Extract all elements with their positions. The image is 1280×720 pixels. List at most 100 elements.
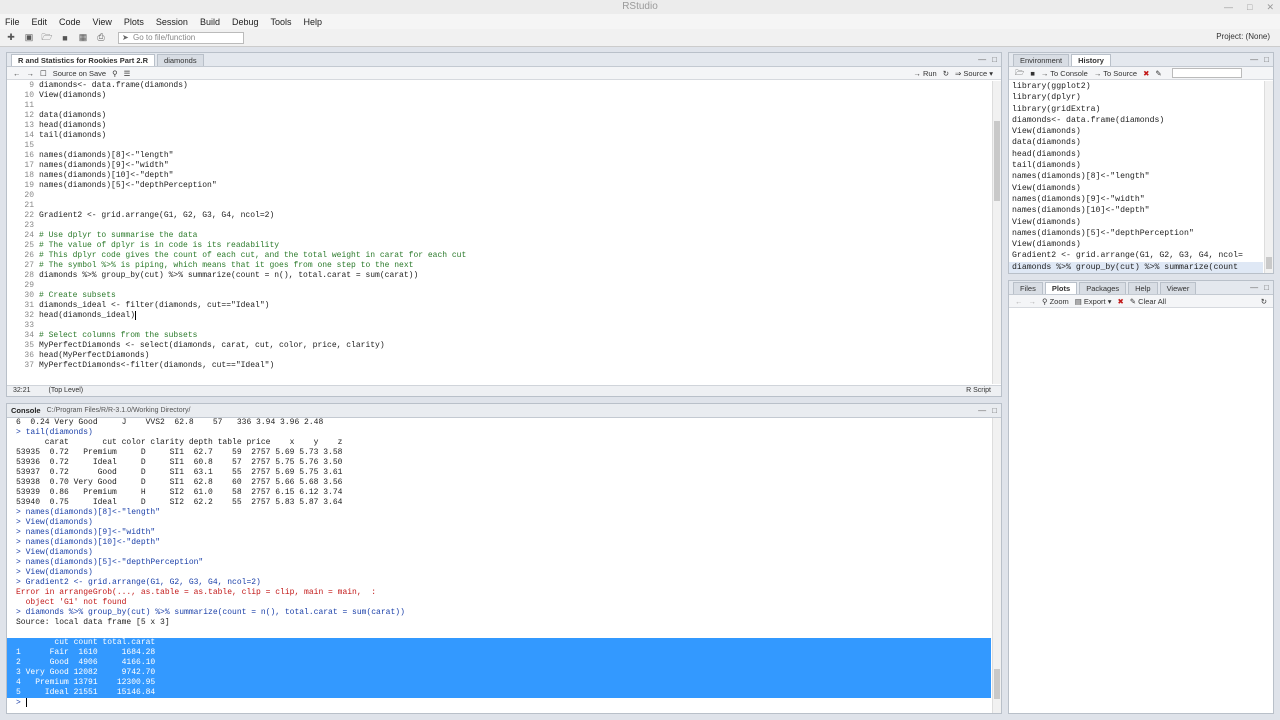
next-plot-icon[interactable]: → xyxy=(1029,297,1037,306)
load-history-icon[interactable]: 🗁 xyxy=(1015,67,1024,80)
history-entry[interactable]: diamonds<- data.frame(diamonds) xyxy=(1009,115,1263,126)
save-all-icon[interactable]: ▦ xyxy=(76,32,90,44)
maximize-icon[interactable]: □ xyxy=(1247,0,1252,14)
menu-item-help[interactable]: Help xyxy=(304,17,323,27)
prev-plot-icon[interactable]: ← xyxy=(1015,297,1023,306)
code-text: head(MyPerfectDiamonds) xyxy=(39,351,150,360)
console-scroll-thumb[interactable] xyxy=(994,669,1000,699)
tab-script[interactable]: R and Statistics for Rookies Part 2.R xyxy=(11,54,156,66)
tab-plots[interactable]: Plots xyxy=(1044,282,1078,294)
back-arrow-icon[interactable]: ← xyxy=(13,69,21,78)
tab-files[interactable]: Files xyxy=(1013,282,1043,294)
console-output[interactable]: 6 0.24 Very Good J VVS2 62.8 57 336 3.94… xyxy=(7,418,991,713)
go-to-file-input[interactable]: ➤ Go to file/function xyxy=(118,31,244,44)
run-button[interactable]: → Run xyxy=(913,69,936,78)
editor-scrollbar[interactable] xyxy=(992,81,1001,384)
scope-level[interactable]: (Top Level) xyxy=(48,387,83,394)
print-icon[interactable]: ⎙ xyxy=(94,32,108,44)
history-entry[interactable]: library(gridExtra) xyxy=(1009,104,1263,115)
history-entry[interactable]: head(diamonds) xyxy=(1009,149,1263,160)
console-path[interactable]: C:/Program Files/R/R-3.1.0/Working Direc… xyxy=(47,404,191,417)
code-text: names(diamonds)[5]<-"depthPerception" xyxy=(39,181,217,190)
line-number: 28 xyxy=(24,271,34,280)
minimize-icon[interactable]: — xyxy=(1224,0,1233,14)
history-scroll-thumb[interactable] xyxy=(1266,257,1272,269)
menu-item-edit[interactable]: Edit xyxy=(32,17,48,27)
history-entry[interactable]: names(diamonds)[9]<-"width" xyxy=(1009,194,1263,205)
source-button[interactable]: ⇒ Source ▾ xyxy=(955,69,993,78)
maximize-pane-icon[interactable]: □ xyxy=(992,406,997,415)
zoom-button[interactable]: ⚲ Zoom xyxy=(1042,297,1069,306)
maximize-pane-icon[interactable]: □ xyxy=(1264,55,1269,64)
history-entry[interactable]: Gradient2 <- grid.arrange(G1, G2, G3, G4… xyxy=(1009,250,1263,261)
history-scrollbar[interactable] xyxy=(1264,81,1273,273)
new-file-icon[interactable]: ✚ xyxy=(4,32,18,44)
tab-history[interactable]: History xyxy=(1071,54,1111,66)
open-project-icon[interactable]: ▣ xyxy=(22,32,36,44)
minimize-pane-icon[interactable]: — xyxy=(978,55,986,64)
search-icon[interactable]: ⚲ xyxy=(112,69,118,78)
history-entry[interactable]: View(diamonds) xyxy=(1009,217,1263,228)
minimize-pane-icon[interactable]: — xyxy=(1250,55,1258,64)
refresh-icon[interactable]: ↻ xyxy=(1261,297,1267,306)
rerun-icon[interactable]: ↻ xyxy=(943,69,949,78)
history-entry[interactable]: diamonds %>% group_by(cut) %>% summarize… xyxy=(1009,261,1263,273)
menu-item-session[interactable]: Session xyxy=(156,17,188,27)
close-icon[interactable]: ✕ xyxy=(1266,0,1274,14)
history-search-input[interactable] xyxy=(1171,68,1242,78)
history-entry[interactable]: names(diamonds)[8]<-"length" xyxy=(1009,171,1263,182)
console-scrollbar[interactable] xyxy=(992,418,1001,713)
open-file-icon[interactable]: 🗁 xyxy=(40,32,54,44)
console-line: > View(diamonds) xyxy=(16,548,93,557)
code-line: 15 xyxy=(7,141,991,151)
remove-plot-icon[interactable]: ✖ xyxy=(1117,297,1123,306)
history-entry[interactable]: tail(diamonds) xyxy=(1009,160,1263,171)
code-line: 32 head(diamonds_ideal) xyxy=(7,311,991,321)
history-entry[interactable]: names(diamonds)[10]<-"depth" xyxy=(1009,205,1263,216)
maximize-pane-icon[interactable]: □ xyxy=(992,55,997,64)
to-source-button[interactable]: → To Source xyxy=(1094,69,1137,78)
history-entry[interactable]: names(diamonds)[5]<-"depthPerception" xyxy=(1009,228,1263,239)
minimize-pane-icon[interactable]: — xyxy=(1250,283,1258,292)
menu-item-tools[interactable]: Tools xyxy=(271,17,292,27)
menu-item-view[interactable]: View xyxy=(93,17,112,27)
menu-item-file[interactable]: File xyxy=(5,17,20,27)
to-console-button[interactable]: → To Console xyxy=(1041,69,1088,78)
goto-arrow-icon: ➤ xyxy=(122,32,129,42)
project-menu[interactable]: Project: (None) xyxy=(1216,32,1270,41)
tab-viewer[interactable]: Viewer xyxy=(1159,282,1197,294)
history-entry[interactable]: View(diamonds) xyxy=(1009,183,1263,194)
menu-item-plots[interactable]: Plots xyxy=(124,17,144,27)
tab-diamonds[interactable]: diamonds xyxy=(157,54,204,66)
minimize-pane-icon[interactable]: — xyxy=(978,406,986,415)
console-line: Source: local data frame [5 x 3] xyxy=(16,618,170,627)
tab-packages[interactable]: Packages xyxy=(1079,282,1127,294)
history-entry[interactable]: data(diamonds) xyxy=(1009,137,1263,148)
code-editor[interactable]: 9 diamonds<- data.frame(diamonds) 10 View(d… xyxy=(7,81,991,384)
tab-help[interactable]: Help xyxy=(1128,282,1158,294)
editor-scroll-thumb[interactable] xyxy=(994,121,1000,201)
remove-entry-icon[interactable]: ✖ xyxy=(1143,69,1149,78)
forward-arrow-icon[interactable]: → xyxy=(27,69,35,78)
source-on-save-checkbox[interactable]: ☐ xyxy=(40,69,47,78)
menu-item-build[interactable]: Build xyxy=(200,17,220,27)
broom-icon[interactable]: ✎ xyxy=(1155,69,1161,78)
history-entry[interactable]: library(ggplot2) xyxy=(1009,81,1263,92)
export-label: Export xyxy=(1083,296,1106,306)
maximize-pane-icon[interactable]: □ xyxy=(1264,283,1269,292)
history-entry[interactable]: library(dplyr) xyxy=(1009,92,1263,103)
line-number: 26 xyxy=(24,251,34,260)
code-tools-icon[interactable]: ☰ xyxy=(124,69,131,78)
menu-item-code[interactable]: Code xyxy=(59,17,81,27)
export-button[interactable]: ▤ Export ▾ xyxy=(1075,297,1112,306)
save-history-icon[interactable]: ■ xyxy=(1030,69,1035,78)
save-icon[interactable]: ■ xyxy=(58,32,72,44)
history-entry[interactable]: View(diamonds) xyxy=(1009,239,1263,250)
file-type[interactable]: R Script xyxy=(966,386,991,396)
line-number: 19 xyxy=(24,181,34,190)
history-entry[interactable]: View(diamonds) xyxy=(1009,126,1263,137)
tab-environment[interactable]: Environment xyxy=(1013,54,1070,66)
menu-item-debug[interactable]: Debug xyxy=(232,17,259,27)
clear-all-button[interactable]: ✎ Clear All xyxy=(1130,297,1166,306)
